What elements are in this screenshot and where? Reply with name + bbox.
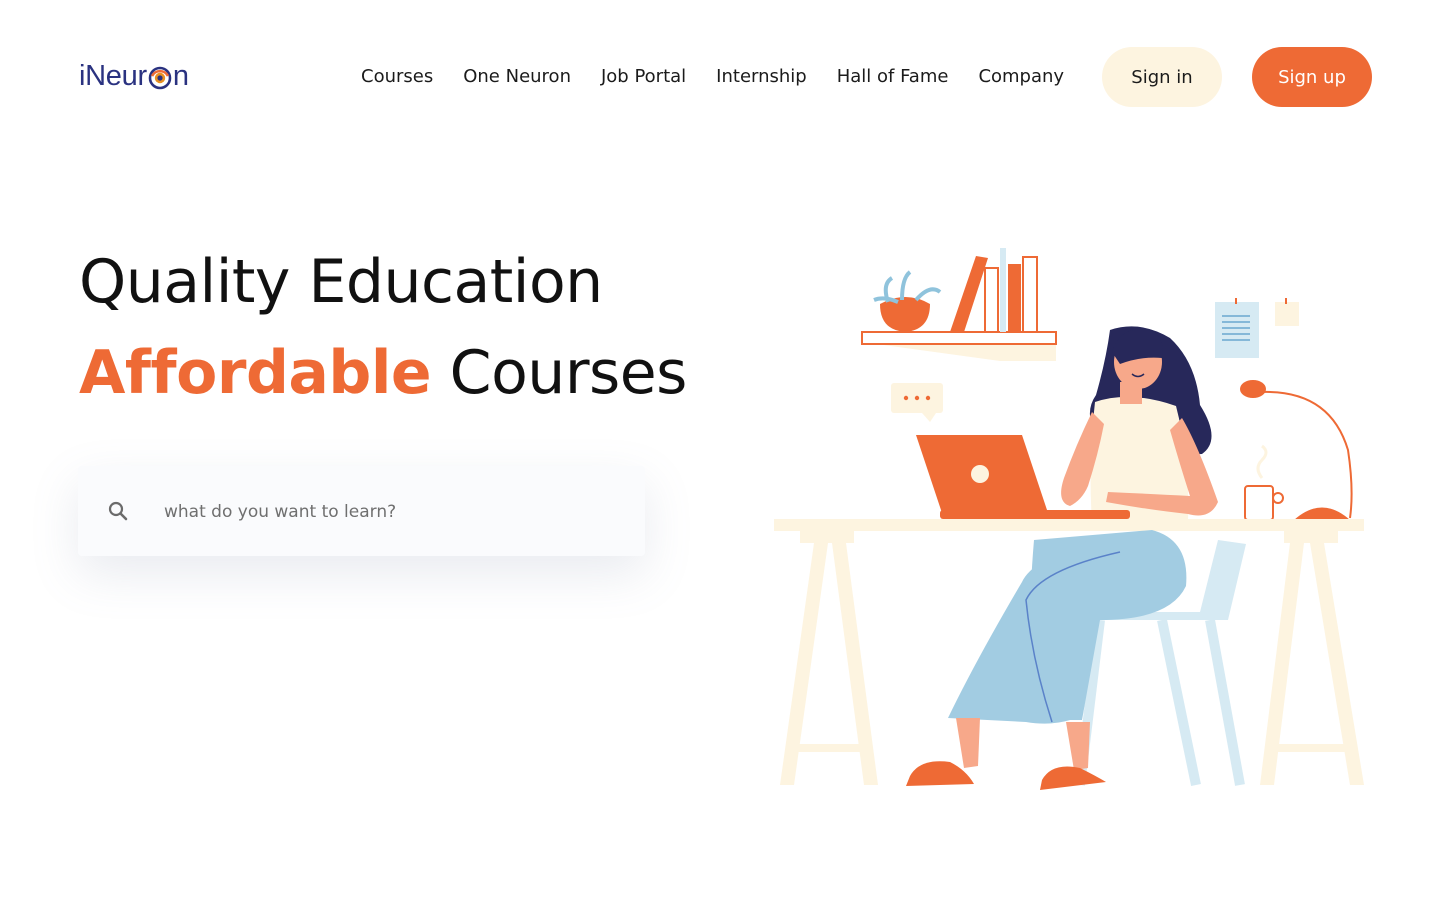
sign-up-button[interactable]: Sign up (1252, 47, 1372, 107)
nav-item-company[interactable]: Company (978, 62, 1064, 92)
logo-text-prefix: iNeur (79, 59, 147, 92)
sign-in-button[interactable]: Sign in (1102, 47, 1222, 107)
nav-item-job-portal[interactable]: Job Portal (601, 62, 686, 92)
nav-item-one-neuron[interactable]: One Neuron (463, 62, 571, 92)
logo-text-suffix: n (172, 59, 189, 92)
hero-title-rest: Courses (431, 338, 688, 408)
nav-item-hall-of-fame[interactable]: Hall of Fame (837, 62, 949, 92)
logo[interactable]: iNeur n (79, 58, 189, 94)
hero-title-accent: Affordable (79, 338, 432, 408)
logo-eye-icon (148, 65, 172, 90)
nav-item-courses[interactable]: Courses (361, 62, 433, 92)
woman-at-desk-illustration (774, 248, 1364, 790)
main-nav: Courses One Neuron Job Portal Internship… (361, 62, 1094, 92)
search-input[interactable] (162, 496, 606, 528)
search-box (78, 466, 645, 556)
hero-title-line1: Quality Education (79, 247, 603, 317)
search-icon[interactable] (107, 500, 129, 522)
hero-title-line2: Affordable Courses (79, 335, 687, 411)
nav-item-internship[interactable]: Internship (716, 62, 807, 92)
